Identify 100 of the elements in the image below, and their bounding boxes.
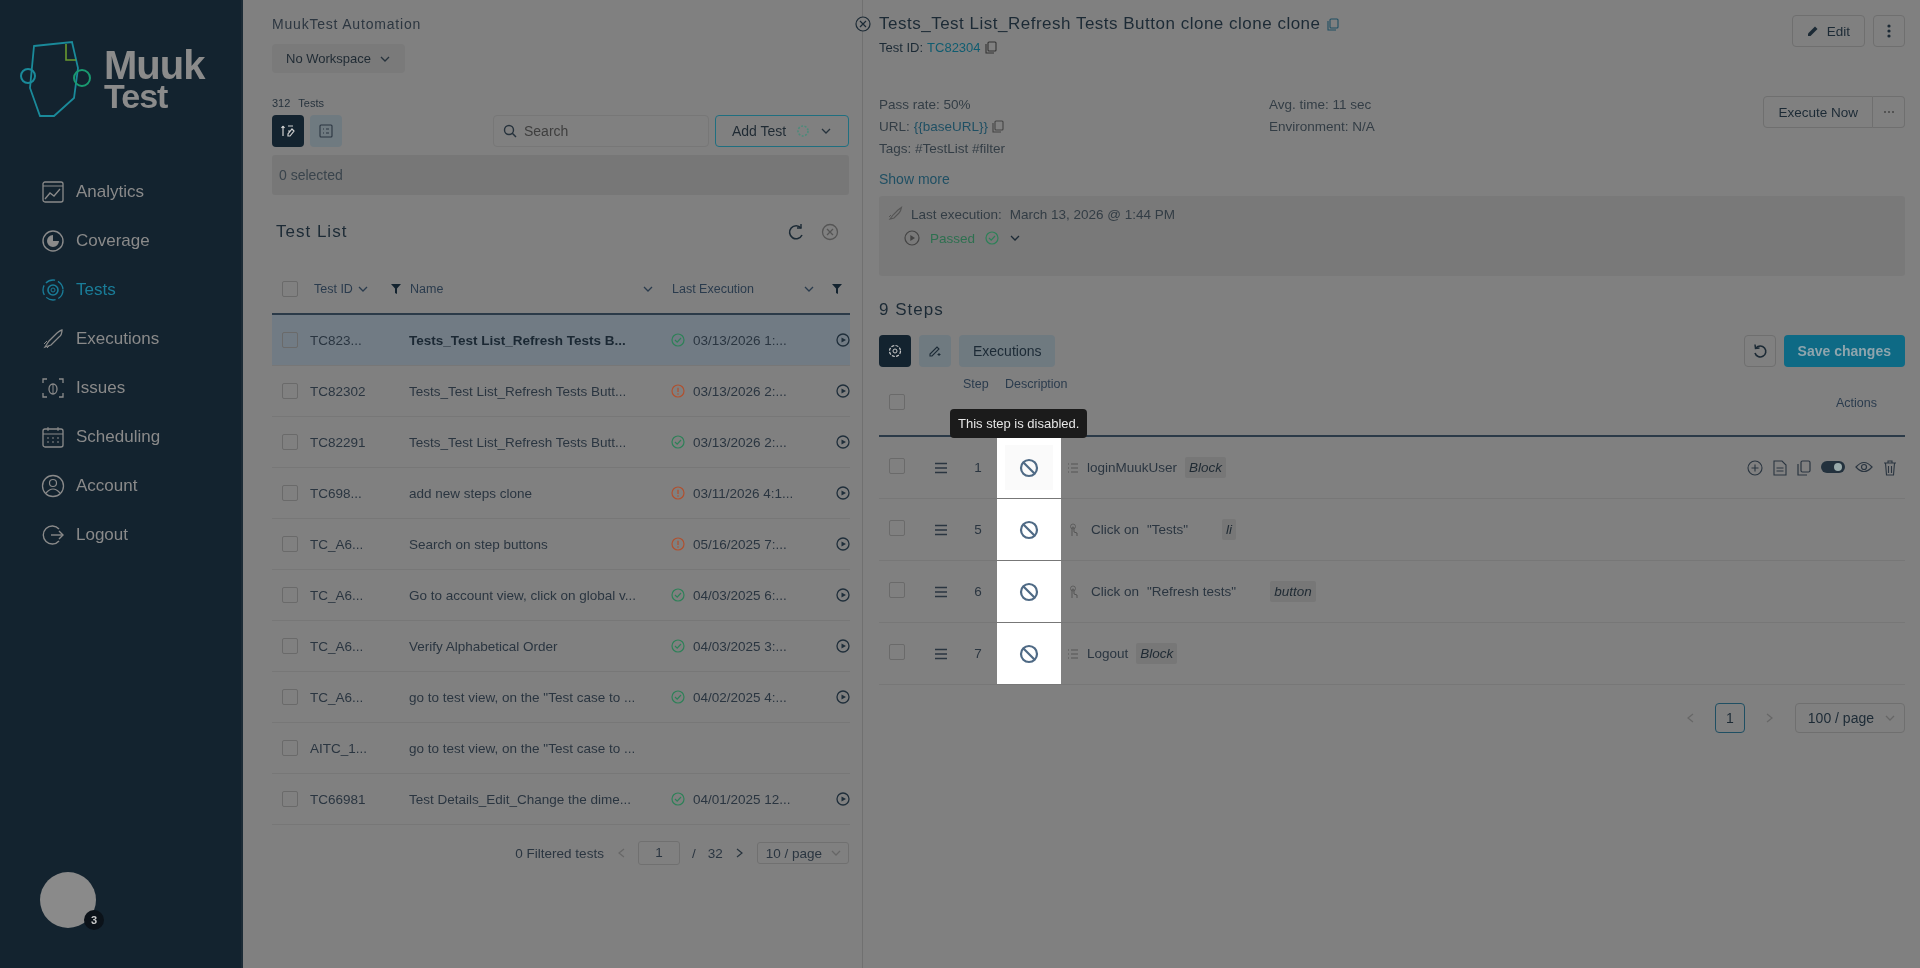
table-row[interactable]: AITC_1... go to test view, on the "Test case to ... (272, 722, 850, 774)
test-name: Go to account view, click on global v... (409, 587, 637, 603)
more-options-button[interactable] (1873, 15, 1905, 47)
page-number[interactable]: 1 (1714, 703, 1745, 733)
edit-list-icon (280, 123, 296, 139)
play-circle-icon[interactable] (904, 230, 920, 246)
avatar[interactable] (40, 872, 96, 928)
play-icon[interactable] (836, 435, 850, 449)
table-row[interactable]: TC66981 Test Details_Edit_Change the dime... 04/01/2025 12... (272, 773, 850, 825)
test-id: TC_A6... (310, 536, 364, 552)
check-circle-icon (985, 231, 1000, 245)
play-icon[interactable] (836, 588, 850, 602)
table-row[interactable]: TC698... add new steps clone 03/11/2026 4:1... (272, 467, 850, 519)
close-circle-icon[interactable] (821, 223, 839, 241)
logout-icon (41, 523, 65, 547)
execution-date: 04/03/2025 3:... (693, 638, 788, 654)
test-id: TC82302 (310, 383, 366, 399)
copy-icon[interactable] (984, 41, 997, 54)
copy-icon[interactable] (992, 120, 1005, 133)
table-row[interactable]: TC_A6... Go to account view, click on global v... 04/03/2025 6:... (272, 569, 850, 621)
pencil-icon (1806, 25, 1819, 37)
play-icon[interactable] (836, 384, 850, 398)
search-field[interactable]: Search (493, 115, 709, 147)
nav-item[interactable]: Executions (0, 315, 241, 363)
check-circle-icon (671, 690, 685, 704)
checkbox[interactable] (282, 332, 298, 349)
workspace-dropdown[interactable]: No Workspace (272, 44, 405, 73)
page-separator: / (691, 845, 696, 861)
play-icon[interactable] (836, 792, 850, 806)
execution-date: 03/11/2026 4:1... (693, 485, 795, 501)
nav-item[interactable]: Logout (0, 511, 241, 559)
last-execution-label: Last execution: (911, 206, 1002, 222)
nav-item[interactable]: Scheduling (0, 413, 241, 461)
save-changes-button[interactable]: Save changes (1783, 335, 1905, 367)
execution-date: 03/13/2026 2:... (693, 434, 788, 450)
refresh-icon[interactable] (787, 223, 805, 241)
toolbar-tab[interactable] (879, 335, 911, 367)
page-input[interactable]: 1 (637, 841, 680, 865)
execute-now-button[interactable]: Execute Now (1763, 96, 1873, 128)
filter-icon[interactable] (390, 283, 402, 295)
filter-icon[interactable] (831, 283, 843, 295)
edit-button[interactable]: Edit (1791, 15, 1865, 47)
test-id-link[interactable]: TC82304 (927, 40, 981, 55)
page-size-select[interactable]: 100 / page (1794, 703, 1905, 733)
step-tag: Block (1185, 457, 1227, 478)
table-row[interactable]: TC82291 Tests_Test List_Refresh Tests Butt... 03/13/2026 2:... (272, 416, 850, 468)
table-row[interactable]: TC82302 Tests_Test List_Refresh Tests Butt... 03/13/2026 2:... (272, 365, 850, 417)
url-label: URL: (879, 118, 910, 135)
show-more-link[interactable]: Show more (879, 171, 950, 187)
step-target: "Tests" (1147, 522, 1189, 537)
nav-item[interactable]: Tests (0, 266, 241, 314)
test-id: TC_A6... (310, 638, 364, 654)
test-id: TC823... (310, 332, 362, 348)
page-size-select[interactable]: 10 / page (756, 842, 849, 864)
column-header[interactable]: Name (410, 282, 444, 296)
play-icon[interactable] (836, 690, 850, 704)
nav-item[interactable]: Coverage (0, 217, 241, 265)
table-row[interactable]: TC823... Tests_Test List_Refresh Tests B... 03/13/2026 1:... (272, 314, 850, 366)
revert-button[interactable] (1743, 335, 1776, 367)
play-icon[interactable] (836, 333, 850, 347)
column-header: Step (962, 376, 989, 391)
table-row[interactable]: TC_A6... go to test view, on the "Test case to ... 04/02/2025 4:... (272, 671, 850, 723)
nav-item[interactable]: Account (0, 462, 241, 510)
play-icon[interactable] (836, 486, 850, 500)
tags: Tags: #TestList #filter (879, 140, 1269, 157)
test-name: go to test view, on the "Test case to ... (409, 740, 636, 756)
grid-view-button[interactable] (310, 115, 342, 147)
column-header[interactable]: Test ID (314, 282, 353, 296)
test-id: AITC_1... (310, 740, 368, 756)
sparkle-icon (796, 124, 811, 138)
column-header[interactable]: Last Execution (672, 282, 754, 296)
copy-icon[interactable] (1326, 17, 1339, 31)
test-title: Tests_Test List_Refresh Tests Button clone clone clone (879, 14, 1321, 34)
steps-title: 9 Steps (879, 300, 945, 320)
filtered-count: 0 Filtered tests (515, 845, 604, 861)
nav-item[interactable]: Issues (0, 364, 241, 412)
list-title: Test List (276, 222, 348, 242)
search-icon (503, 124, 517, 138)
table-row[interactable]: TC_A6... Verify Alphabetical Order 04/03/2025 3:... (272, 620, 850, 672)
step-action: Click on (1091, 522, 1139, 537)
add-test-button[interactable]: Add Test (715, 115, 849, 147)
step-name: Logout (1087, 646, 1129, 661)
calendar-icon (41, 425, 65, 449)
play-icon[interactable] (836, 639, 850, 653)
executions-tab[interactable]: Executions (959, 335, 1056, 367)
close-circle-icon[interactable] (855, 16, 871, 32)
chevron-right-icon[interactable] (734, 847, 745, 859)
notification-badge: 3 (84, 910, 104, 930)
check-circle-icon (671, 333, 685, 347)
alert-circle-icon (671, 486, 685, 500)
nav-item[interactable]: Analytics (0, 168, 241, 216)
check-circle-icon (671, 792, 685, 806)
table-row[interactable]: TC_A6... Search on step buttons 05/16/2025 7:... (272, 518, 850, 570)
ellipsis-icon (1882, 110, 1895, 114)
url-link[interactable]: {{baseURL}} (913, 118, 989, 135)
alert-circle-icon (671, 384, 685, 398)
list-view-button[interactable] (272, 115, 304, 147)
play-icon[interactable] (836, 537, 850, 551)
test-count-label: Tests (298, 97, 325, 109)
execution-date: 04/02/2025 4:... (693, 689, 788, 705)
